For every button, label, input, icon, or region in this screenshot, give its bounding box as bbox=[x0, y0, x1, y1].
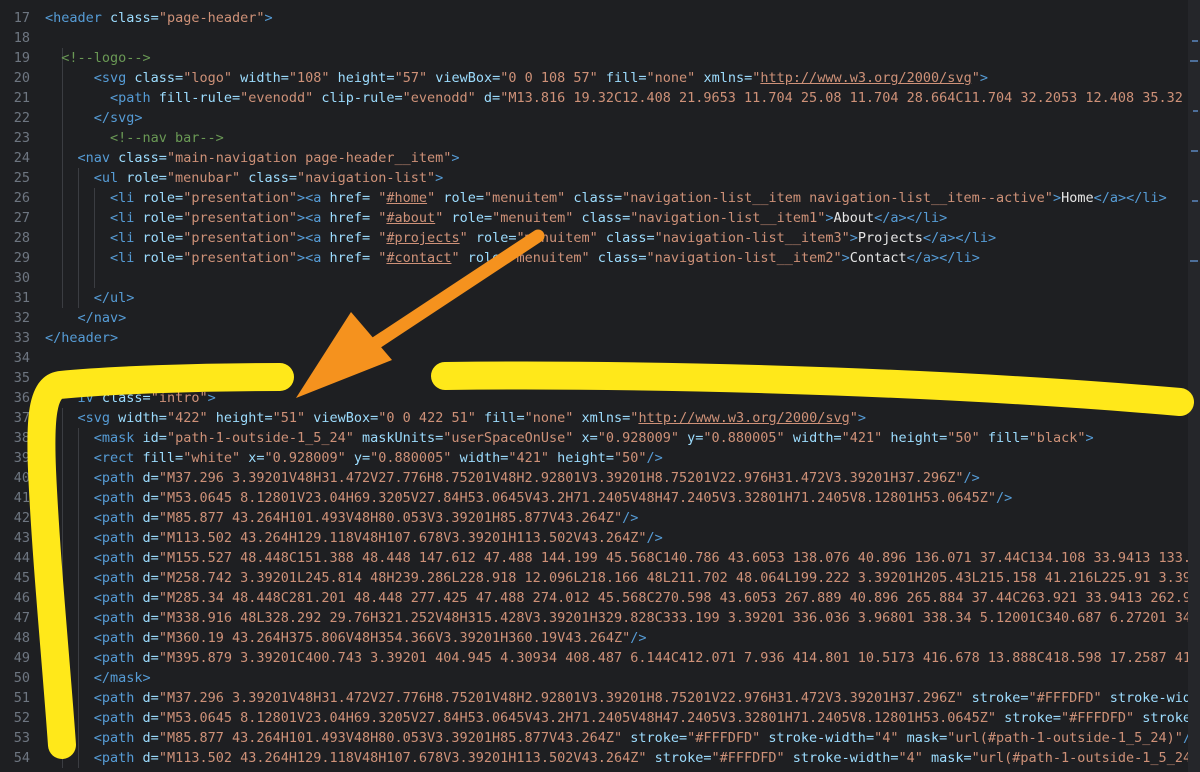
annotation-overlay bbox=[27, 229, 1194, 759]
code-editor[interactable]: 17 <header class="page-header"> 18 19 <!--l… bbox=[0, 0, 1200, 772]
yellow-highlight-stroke-right bbox=[431, 361, 1194, 416]
yellow-highlight-stroke bbox=[27, 363, 294, 759]
